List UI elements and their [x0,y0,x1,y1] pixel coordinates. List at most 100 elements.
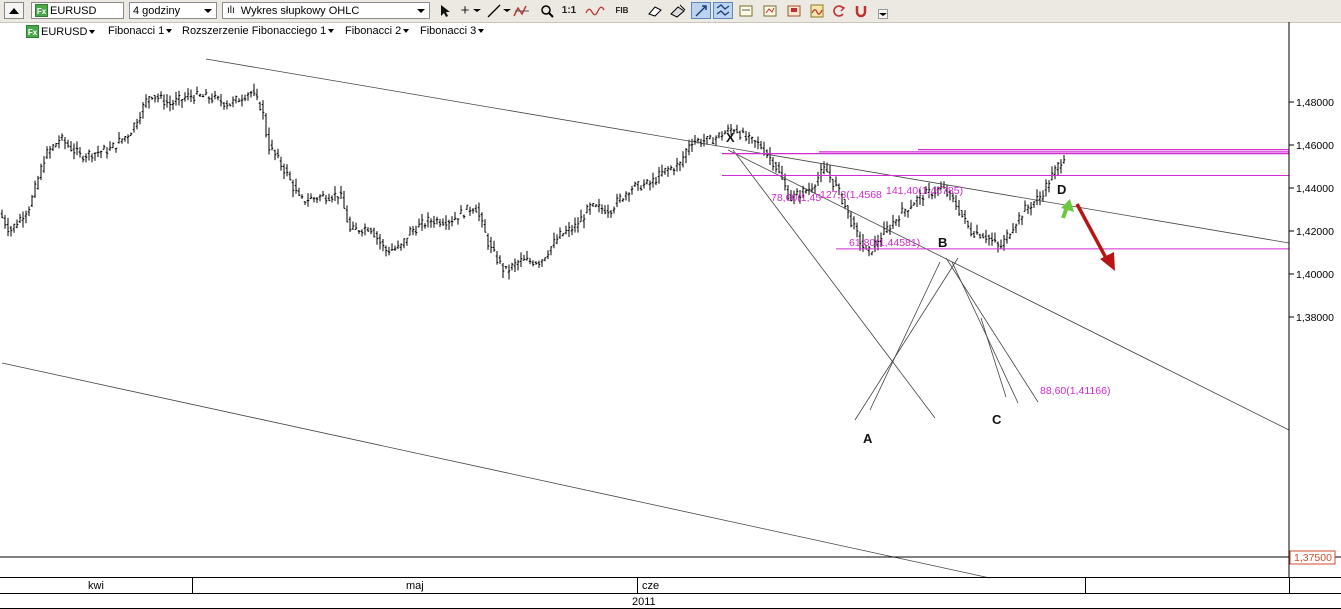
ohlc-bar [510,262,514,271]
ab-trendline-1[interactable] [854,257,959,421]
ohlc-bar [549,246,553,256]
ohlc-bar [399,243,403,251]
ohlc-bar [183,92,187,102]
ohlc-bar [96,145,100,158]
ohlc-bar [66,139,70,148]
ohlc-bar [555,234,559,245]
ohlc-bar [618,193,622,203]
ohlc-bar [330,195,334,203]
ohlc-bar [531,260,535,267]
ohlc-bar [1062,154,1066,164]
year-label: 2011 [632,596,656,608]
ohlc-bar [378,234,382,250]
ohlc-bar [435,216,439,225]
ohlc-bar [783,173,787,191]
ohlc-bar [672,167,676,176]
ohlc-bar [57,135,61,149]
ohlc-bar [135,118,139,130]
ohlc-bar [129,132,133,137]
ohlc-bar [60,133,64,141]
ohlc-bar [1023,200,1027,212]
ohlc-bar [978,233,982,239]
ohlc-bar [546,250,550,260]
ohlc-bar [219,93,223,107]
ohlc-bar [45,146,49,159]
fibonacci-level-label: 78,60(1,45 [771,192,821,204]
ohlc-bar [429,218,433,228]
ohlc-bar [42,156,46,173]
ohlc-bar [657,167,661,184]
fibonacci-levels[interactable]: 78,60(1,45127,3(1,4568 141,40(1,45785) 61,… [722,149,1289,397]
fibonacci-level-label: 88,60(1,41166) [1040,385,1110,397]
bc-trendline-2[interactable] [951,261,1019,404]
ohlc-bar [579,209,583,223]
ohlc-bar [750,136,754,144]
ohlc-bar [993,232,997,243]
ohlc-bar [684,148,688,164]
channel-lower-trendline[interactable] [1,362,991,579]
ohlc-bar [396,240,400,250]
ohlc-bar [483,219,487,233]
ohlc-bar [1056,161,1060,175]
ohlc-bar [213,90,217,100]
ohlc-bar [507,264,511,280]
ab-trendline-2[interactable] [869,261,941,411]
time-axis[interactable]: kwi maj cze 2011 [0,577,1341,609]
ohlc-bar [498,255,502,265]
ohlc-bar [300,194,304,199]
ohlc-bar [711,137,715,145]
ohlc-bar [1020,215,1024,226]
ohlc-bar [468,206,472,216]
ohlc-bar [537,260,541,268]
ohlc-bar [1053,165,1057,180]
c-trendline[interactable] [980,317,1007,398]
price-axis[interactable]: 1,48000 1,46000 1,44000 1,42000 1,40000 1,380… [1289,97,1334,324]
ohlc-bar [1035,189,1039,206]
ohlc-bar [690,138,694,152]
ohlc-bar [336,196,340,205]
ohlc-bar [552,232,556,249]
trendlines[interactable] [1,58,1290,579]
ohlc-bar [957,199,961,216]
ohlc-bar [678,161,682,172]
ohlc-bar [93,152,97,161]
ohlc-bar [990,232,994,246]
ohlc-bar [636,181,640,191]
ohlc-bar [240,94,244,107]
ohlc-bar [825,162,829,173]
ohlc-bar [777,161,781,174]
ohlc-bar [102,144,106,150]
ohlc-bar [513,258,517,272]
ohlc-bar [828,165,832,183]
ohlc-bar [168,95,172,112]
ohlc-bar [357,230,361,234]
ohlc-bar [981,233,985,239]
ohlc-bar [36,175,40,190]
ohlc-bar [3,215,7,229]
ohlc-bar [318,194,322,202]
ohlc-bar [30,194,34,207]
ohlc-bar [477,202,481,222]
ohlc-bar [591,202,595,207]
ohlc-bar [612,206,616,214]
ohlc-bar [846,205,850,219]
ohlc-bar [912,202,916,206]
ohlc-bar [738,130,742,140]
ohlc-bar [450,216,454,227]
ohlc-bar [282,163,286,180]
ohlc-bar [966,220,970,229]
ohlc-bar [741,127,745,134]
channel-upper-trendline[interactable] [205,58,1290,244]
ohlc-bar [432,215,436,228]
price-chart[interactable]: 78,60(1,45127,3(1,4568 141,40(1,45785) 61,… [0,0,1341,609]
ohlc-bar [15,219,19,229]
ohlc-bar [48,145,52,159]
ohlc-bar [342,190,346,209]
ohlc-bar [465,204,469,210]
ohlc-bar [624,191,628,201]
ohlc-bar [402,238,406,249]
ohlc-bar [708,134,712,140]
ohlc-bar [138,111,142,125]
ohlc-bar [303,201,307,205]
ohlc-bar [543,257,547,262]
